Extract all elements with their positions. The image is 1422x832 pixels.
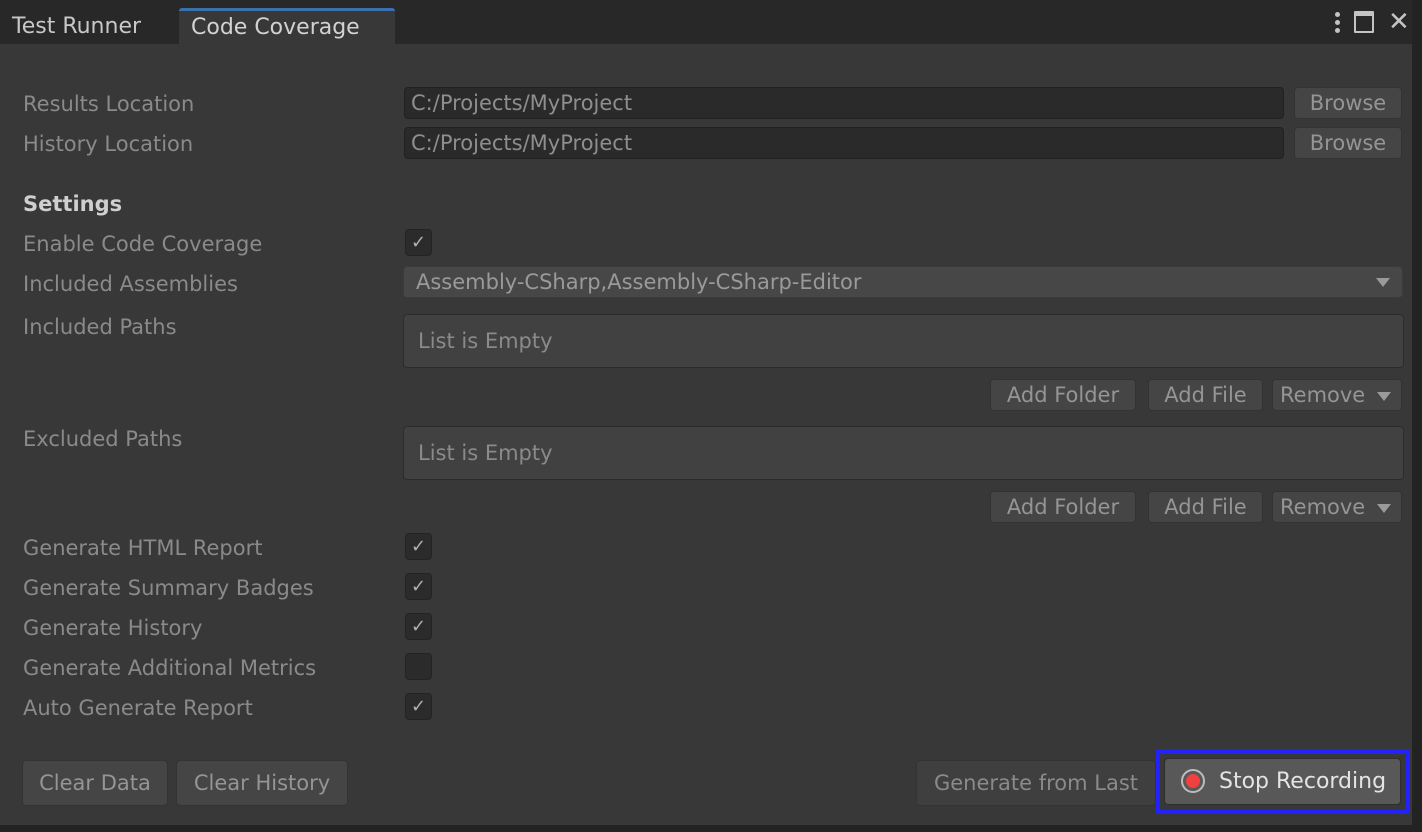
close-icon[interactable]: ✕ [1388, 9, 1410, 35]
tab-code-coverage[interactable]: Code Coverage [179, 8, 395, 44]
results-location-label: Results Location [23, 92, 195, 116]
generate-html-report-label: Generate HTML Report [23, 536, 263, 560]
generate-summary-badges-checkbox[interactable]: ✓ [405, 573, 432, 600]
included-remove-button[interactable]: Remove [1272, 379, 1402, 411]
included-paths-label: Included Paths [23, 315, 177, 339]
enable-code-coverage-checkbox[interactable]: ✓ [405, 229, 432, 256]
clear-data-button[interactable]: Clear Data [22, 760, 168, 806]
excluded-add-folder-button[interactable]: Add Folder [990, 491, 1136, 523]
tab-bar: Test Runner Code Coverage ✕ [0, 0, 1422, 44]
clear-history-button[interactable]: Clear History [176, 760, 348, 806]
history-location-input[interactable]: C:/Projects/MyProject [404, 127, 1284, 159]
window-right-border [1412, 0, 1422, 832]
included-assemblies-label: Included Assemblies [23, 272, 238, 296]
excluded-paths-label: Excluded Paths [23, 427, 183, 451]
record-icon [1181, 769, 1205, 793]
generate-history-label: Generate History [23, 616, 203, 640]
chevron-down-icon [1376, 278, 1390, 287]
excluded-remove-label: Remove [1280, 495, 1366, 519]
generate-additional-metrics-checkbox[interactable] [405, 653, 432, 680]
included-add-folder-button[interactable]: Add Folder [990, 379, 1136, 411]
excluded-remove-button[interactable]: Remove [1272, 491, 1402, 523]
included-remove-label: Remove [1280, 383, 1366, 407]
results-browse-button[interactable]: Browse [1294, 87, 1402, 119]
auto-generate-report-label: Auto Generate Report [23, 696, 253, 720]
enable-code-coverage-label: Enable Code Coverage [23, 232, 263, 256]
included-assemblies-value: Assembly-CSharp,Assembly-CSharp-Editor [416, 270, 862, 294]
settings-heading: Settings [23, 192, 123, 216]
excluded-add-file-button[interactable]: Add File [1148, 491, 1263, 523]
generate-additional-metrics-label: Generate Additional Metrics [23, 656, 317, 680]
excluded-paths-list[interactable]: List is Empty [403, 426, 1404, 480]
history-browse-button[interactable]: Browse [1294, 127, 1402, 159]
history-location-label: History Location [23, 132, 194, 156]
included-assemblies-dropdown[interactable]: Assembly-CSharp,Assembly-CSharp-Editor [403, 266, 1403, 298]
auto-generate-report-checkbox[interactable]: ✓ [405, 693, 432, 720]
maximize-icon[interactable] [1354, 11, 1374, 33]
code-coverage-panel: Results Location C:/Projects/MyProject B… [0, 44, 1412, 825]
stop-recording-button[interactable]: Stop Recording [1164, 758, 1401, 805]
included-paths-list[interactable]: List is Empty [403, 314, 1404, 368]
window-controls: ✕ [1334, 9, 1410, 35]
stop-recording-label: Stop Recording [1219, 769, 1387, 794]
generate-summary-badges-label: Generate Summary Badges [23, 576, 314, 600]
included-add-file-button[interactable]: Add File [1148, 379, 1263, 411]
results-location-input[interactable]: C:/Projects/MyProject [404, 87, 1284, 119]
chevron-down-icon [1377, 504, 1391, 513]
kebab-menu-icon[interactable] [1334, 11, 1340, 33]
generate-from-last-button[interactable]: Generate from Last [916, 760, 1156, 806]
chevron-down-icon [1377, 392, 1391, 401]
tab-test-runner[interactable]: Test Runner [0, 8, 178, 44]
window-bottom-border [0, 825, 1422, 832]
generate-html-report-checkbox[interactable]: ✓ [405, 533, 432, 560]
generate-history-checkbox[interactable]: ✓ [405, 613, 432, 640]
